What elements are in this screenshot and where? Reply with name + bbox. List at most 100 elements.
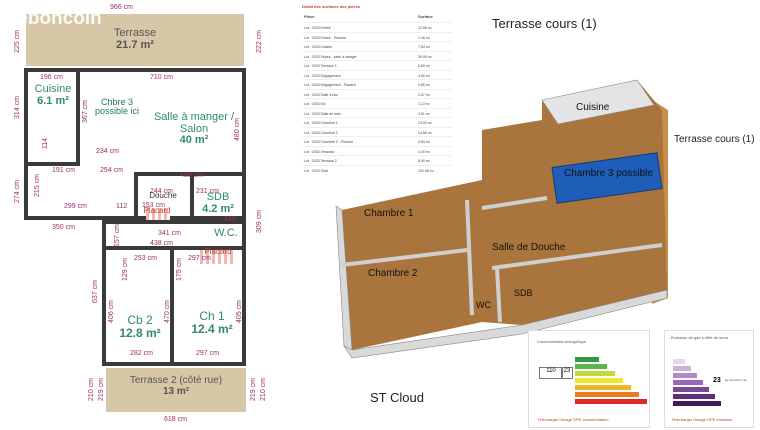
dim-v-215: 215 cm xyxy=(34,174,41,197)
dim-142: 142 xyxy=(224,216,236,223)
table-cell-piece: Lot : 2033 Entrée - Placard xyxy=(304,35,346,40)
dim-v-129: 129 cm xyxy=(122,258,129,281)
table-cell-surface: 7.84 m² xyxy=(418,45,430,49)
energy-val1: 110 xyxy=(546,368,556,374)
table-cell-piece: Lot : 2033 Wc xyxy=(304,102,326,106)
dim-v-219-b: 219 cm xyxy=(250,378,257,401)
table-cell-piece: Lot : 2033 Entrée xyxy=(304,26,331,30)
ch1-name: Ch 1 xyxy=(199,309,225,323)
dim-489: 489 cm xyxy=(180,172,203,179)
dim-v-480: 480 cm xyxy=(234,118,241,141)
energy-bar xyxy=(575,371,615,376)
sdb-label: SDB 4.2 m² xyxy=(196,191,240,215)
dim-v-175: 175 cm xyxy=(176,258,183,281)
dim-254: 254 cm xyxy=(100,167,123,174)
dim-v-405: 405 cm xyxy=(236,300,243,323)
energy-title: Consommation énergétique xyxy=(537,339,587,344)
energy-val2: 23 xyxy=(563,368,571,374)
dim-234: 234 cm xyxy=(96,148,119,155)
dim-297-b: 297 cm xyxy=(188,255,211,262)
dim-153: 153 cm xyxy=(142,202,165,209)
table-cell-piece: Lot : 2033 Séjour - salle à manger xyxy=(304,54,357,59)
dim-618: 618 cm xyxy=(164,416,187,423)
ges-value: 23 xyxy=(713,377,721,384)
label-chambre3: Chambre 3 possible xyxy=(564,168,653,179)
dim-v-222: 222 cm xyxy=(256,30,263,53)
label-chambre2: Chambre 2 xyxy=(368,268,418,279)
dim-244: 244 cm xyxy=(150,188,173,195)
label-wc: WC xyxy=(476,300,491,310)
table-title: Détail des surfaces des pièces xyxy=(302,4,361,9)
energy-bar xyxy=(575,378,623,383)
dim-v-406: 406 cm xyxy=(108,300,115,323)
ch1-label: Ch 1 12.4 m² xyxy=(184,310,240,335)
ges-bar xyxy=(673,401,721,406)
living-area: 40 m² xyxy=(179,134,209,147)
dim-350: 350 cm xyxy=(52,224,75,231)
dim-kitchen-width: 196 cm xyxy=(40,74,63,81)
energy-bar xyxy=(575,357,599,362)
ges-bar xyxy=(673,380,703,385)
terrace-cours-label: Terrasse cours (1) xyxy=(674,134,755,145)
dim-v-219-a: 219 cm xyxy=(98,378,105,401)
sdb-area: 4.2 m² xyxy=(202,202,234,215)
kitchen-label: Cuisine 6.1 m² xyxy=(30,83,76,107)
energy-bar xyxy=(575,399,647,404)
terrace-top-label: Terrasse 21.7 m² xyxy=(70,27,200,51)
terrace-bottom-label: Terrasse 2 (côté rue) 13 m² xyxy=(108,375,244,397)
table-cell-piece: Lot : 2033 Véranda xyxy=(304,149,334,154)
dim-v-470: 470 cm xyxy=(164,300,171,323)
label-sdb: SDB xyxy=(514,288,533,298)
dim-v-225: 225 cm xyxy=(14,30,21,53)
ges-link[interactable]: Télécharger l'image DPE emission xyxy=(671,417,732,422)
ch1-area: 12.4 m² xyxy=(191,321,233,336)
terrace-bottom-name: Terrasse 2 (côté rue) xyxy=(129,375,223,386)
dim-438: 438 cm xyxy=(150,240,173,247)
kitchen-area: 6.1 m² xyxy=(37,94,69,107)
living-name: Salle à manger / Salon xyxy=(153,111,235,135)
energy-bar xyxy=(575,385,631,390)
kitchen-name: Cuisine xyxy=(34,83,72,95)
city-label: ST Cloud xyxy=(370,390,424,405)
view3d: Cuisine Chambre 3 possible Chambre 1 Cha… xyxy=(332,60,702,360)
table-cell-piece: Lot : 2033 Cuisine xyxy=(304,45,333,49)
dim-v-367: 367 cm xyxy=(82,100,89,123)
floor-plan: Terrasse 21.7 m² leboncoin 966 cm Cuisin… xyxy=(0,0,272,430)
label-salle-douche: Salle de Douche xyxy=(492,242,566,253)
dim-top-width: 966 cm xyxy=(110,4,133,11)
ges-bar xyxy=(673,387,709,392)
table-header-piece: Pièce xyxy=(304,14,315,19)
dim-living-width: 710 cm xyxy=(150,74,173,81)
dim-v-210-b: 210 cm xyxy=(260,378,267,401)
watermark: leboncoin xyxy=(12,8,102,29)
ges-bar xyxy=(673,394,715,399)
table-header-surface: Surface xyxy=(418,14,433,19)
table-cell-surface: 1.46 m² xyxy=(418,35,430,40)
energy-link[interactable]: Télécharger l'image DPE consommation xyxy=(537,417,608,422)
dim-v-314: 314 cm xyxy=(14,96,21,119)
energy-value-box: 110 xyxy=(539,367,563,379)
ch2-room xyxy=(106,250,170,362)
table-cell-surface: 39.99 m² xyxy=(418,54,432,59)
dim-v-274: 274 cm xyxy=(14,180,21,203)
dim-253: 253 cm xyxy=(134,255,157,262)
chbre3-label: Chbre 3 possible ici xyxy=(94,97,140,117)
dim-341: 341 cm xyxy=(158,230,181,237)
energy-label: Consommation énergétique 110 23 Téléchar… xyxy=(528,330,650,428)
ges-title: Émission de gaz à effet de serre xyxy=(671,335,729,340)
dim-191: 191 cm xyxy=(52,167,75,174)
living-label: Salle à manger / Salon 40 m² xyxy=(146,111,242,147)
dim-282: 282 cm xyxy=(130,350,153,357)
energy-bar xyxy=(575,392,639,397)
ch1-room xyxy=(174,250,242,362)
label-chambre1: Chambre 1 xyxy=(364,208,414,219)
ch2-area: 12.8 m² xyxy=(119,325,161,340)
label-cuisine: Cuisine xyxy=(576,102,610,113)
terrace-bottom-area: 13 m² xyxy=(162,385,190,397)
ch2-name: Cb 2 xyxy=(127,313,153,327)
dim-231: 231 cm xyxy=(196,188,219,195)
dim-v-114: 114 xyxy=(42,138,49,150)
ch2-label: Cb 2 12.8 m² xyxy=(112,314,168,339)
view3d-title: Terrasse cours (1) xyxy=(492,16,597,31)
ges-bar xyxy=(673,373,697,378)
